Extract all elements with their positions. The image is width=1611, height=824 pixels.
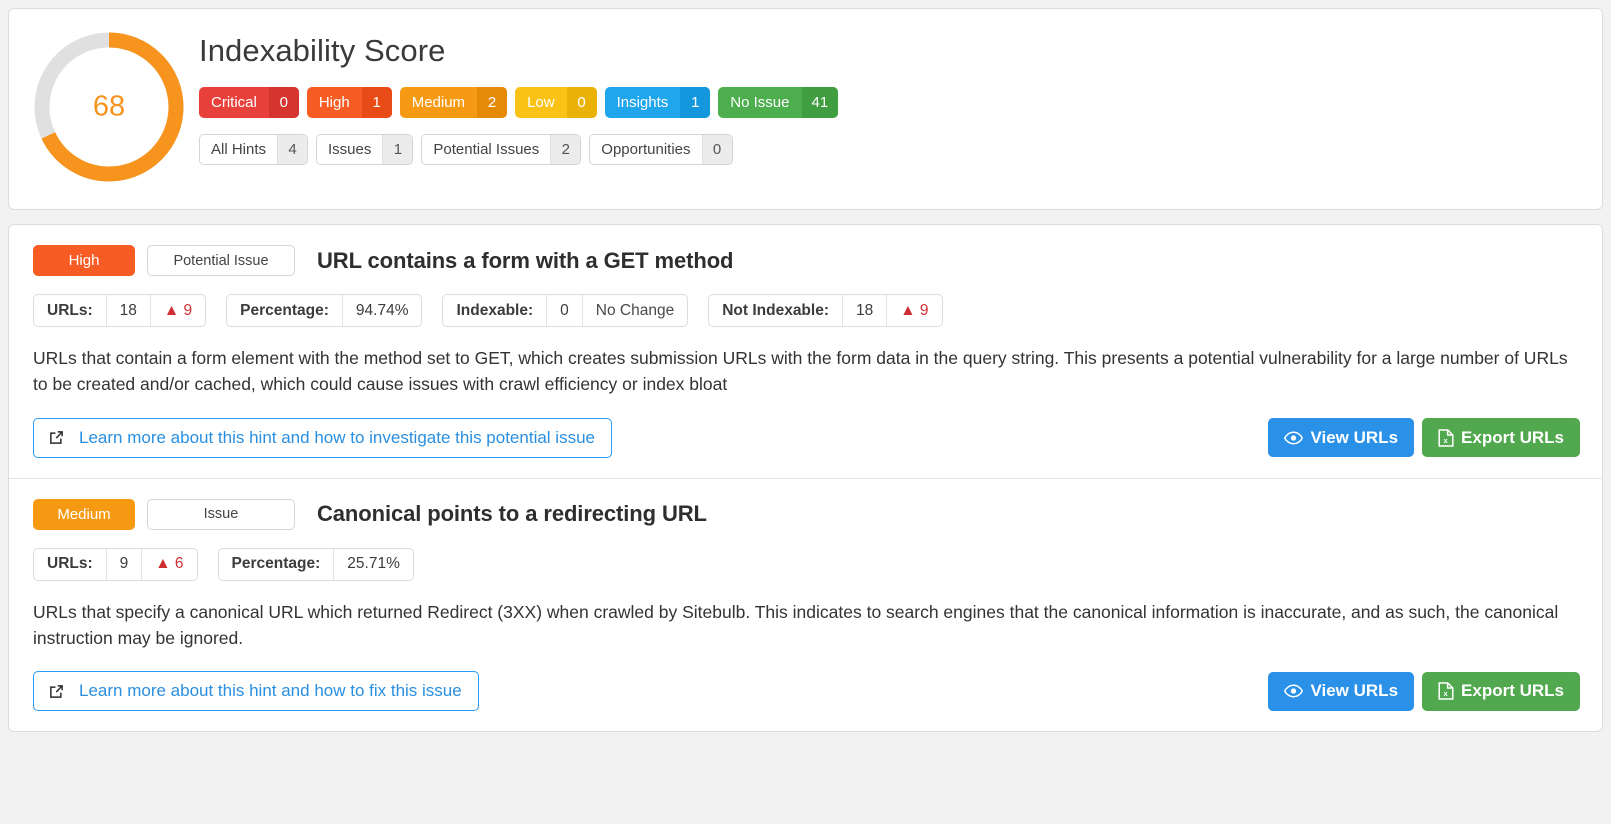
indexability-score-card: 68 Indexability Score Critical 0 High 1 … — [8, 8, 1603, 210]
badge-medium-label: Medium — [411, 94, 466, 111]
metric-not-indexable-key: Not Indexable: — [722, 301, 829, 319]
hint-description: URLs that contain a form element with th… — [33, 348, 1568, 395]
view-urls-label: View URLs — [1310, 427, 1399, 447]
learn-more-link[interactable]: Learn more about this hint and how to fi… — [33, 671, 479, 711]
metric-urls-key: URLs: — [47, 301, 93, 319]
filter-all-hints-label: All Hints — [200, 135, 278, 164]
badge-low[interactable]: Low 0 — [515, 87, 597, 118]
gauge-value-label: 68 — [92, 90, 126, 123]
metric-urls-delta: ▲ 6 — [141, 548, 196, 580]
badge-low-label: Low — [527, 94, 555, 111]
hint-action-buttons: View URLs x Export URLs — [1268, 671, 1580, 711]
indexability-score-gauge: 68 — [23, 23, 195, 191]
severity-badge-row: Critical 0 High 1 Medium 2 Low 0 Insight… — [199, 87, 1584, 118]
metric-percentage: Percentage: 25.71% — [217, 547, 414, 581]
filter-opportunities-label: Opportunities — [590, 135, 702, 164]
page-root: 68 Indexability Score Critical 0 High 1 … — [0, 0, 1611, 732]
badge-high[interactable]: High 1 — [306, 87, 392, 118]
eye-icon — [1284, 684, 1304, 698]
excel-file-icon: x — [1438, 428, 1454, 447]
export-urls-button[interactable]: x Export URLs — [1422, 418, 1580, 457]
metric-not-indexable: Not Indexable: 18 ▲ 9 — [708, 294, 943, 327]
badge-no-issue-count: 41 — [801, 87, 839, 118]
eye-icon — [1284, 431, 1304, 445]
export-urls-label: Export URLs — [1461, 427, 1564, 447]
filter-all-hints-count: 4 — [277, 135, 308, 164]
metric-indexable-change: No Change — [581, 295, 687, 326]
metric-percentage-value: 94.74% — [341, 295, 422, 326]
badge-no-issue-label: No Issue — [730, 94, 790, 111]
badge-no-issue[interactable]: No Issue 41 — [718, 87, 839, 118]
score-details: Indexability Score Critical 0 High 1 Med… — [195, 23, 1584, 165]
metric-urls-value: 18 — [105, 295, 150, 326]
badge-low-count: 0 — [566, 87, 597, 118]
hints-list-card: High Potential Issue URL contains a form… — [8, 224, 1603, 732]
page-title: Indexability Score — [199, 33, 446, 68]
filter-opportunities-count: 0 — [701, 135, 732, 164]
badge-insights[interactable]: Insights 1 — [604, 87, 711, 118]
learn-more-label: Learn more about this hint and how to in… — [79, 427, 595, 447]
filter-potential-issues[interactable]: Potential Issues 2 — [421, 134, 582, 165]
hint-title: Canonical points to a redirecting URL — [317, 501, 707, 526]
hint-footer: Learn more about this hint and how to in… — [33, 417, 1580, 458]
metric-percentage-key: Percentage: — [231, 555, 321, 572]
filter-opportunities[interactable]: Opportunities 0 — [589, 134, 733, 165]
metric-urls-delta: ▲ 9 — [149, 295, 205, 326]
svg-text:x: x — [1444, 689, 1449, 698]
svg-text:x: x — [1444, 436, 1449, 445]
badge-critical-count: 0 — [268, 87, 299, 118]
hint-description: URLs that specify a canonical URL which … — [33, 601, 1559, 648]
badge-critical[interactable]: Critical 0 — [199, 87, 299, 118]
metric-percentage: Percentage: 94.74% — [226, 294, 423, 327]
hint-metric-row: URLs: 18 ▲ 9 Percentage: 94.74% Indexabl… — [33, 294, 1580, 327]
metric-not-indexable-delta: ▲ 9 — [886, 295, 941, 326]
metric-percentage-key: Percentage: — [240, 301, 329, 319]
external-link-icon — [48, 429, 65, 446]
learn-more-label: Learn more about this hint and how to fi… — [79, 681, 462, 700]
hint-header: Medium Issue Canonical points to a redir… — [33, 498, 1580, 530]
metric-urls: URLs: 18 ▲ 9 — [33, 294, 207, 327]
badge-medium[interactable]: Medium 2 — [399, 87, 508, 118]
view-urls-label: View URLs — [1310, 681, 1399, 700]
badge-insights-count: 1 — [680, 87, 711, 118]
external-link-icon — [48, 683, 65, 700]
badge-insights-label: Insights — [616, 94, 669, 111]
filter-pill-row: All Hints 4 Issues 1 Potential Issues 2 … — [199, 134, 1584, 165]
metric-indexable-value: 0 — [546, 295, 582, 326]
metric-urls-value: 9 — [105, 548, 142, 580]
filter-potential-issues-count: 2 — [550, 135, 581, 164]
hint-severity-badge[interactable]: High — [33, 245, 135, 276]
filter-issues-count: 1 — [382, 135, 413, 164]
metric-urls: URLs: 9 ▲ 6 — [33, 547, 198, 581]
metric-percentage-value: 25.71% — [333, 548, 413, 580]
metric-urls-key: URLs: — [47, 555, 93, 572]
badge-high-count: 1 — [361, 87, 392, 118]
excel-file-icon: x — [1438, 682, 1454, 700]
learn-more-link[interactable]: Learn more about this hint and how to in… — [33, 417, 612, 458]
export-urls-button[interactable]: x Export URLs — [1422, 671, 1580, 711]
hint-metric-row: URLs: 9 ▲ 6 Percentage: 25.71% — [33, 547, 1580, 581]
hint-action-buttons: View URLs x Export URLs — [1268, 418, 1580, 457]
view-urls-button[interactable]: View URLs — [1268, 418, 1415, 457]
hint-type-badge[interactable]: Potential Issue — [147, 245, 295, 276]
hint-title: URL contains a form with a GET method — [317, 247, 734, 273]
filter-issues-label: Issues — [317, 135, 383, 164]
hint-severity-badge[interactable]: Medium — [33, 498, 135, 530]
view-urls-button[interactable]: View URLs — [1268, 671, 1415, 711]
hint-item: High Potential Issue URL contains a form… — [9, 225, 1602, 478]
badge-critical-label: Critical — [211, 94, 257, 111]
filter-all-hints[interactable]: All Hints 4 — [199, 134, 309, 165]
metric-indexable: Indexable: 0 No Change — [442, 294, 689, 327]
metric-indexable-key: Indexable: — [456, 301, 534, 319]
export-urls-label: Export URLs — [1461, 681, 1564, 700]
hint-type-badge[interactable]: Issue — [147, 498, 295, 530]
badge-high-label: High — [318, 94, 350, 111]
hint-header: High Potential Issue URL contains a form… — [33, 245, 1580, 276]
metric-not-indexable-value: 18 — [842, 295, 886, 326]
filter-issues[interactable]: Issues 1 — [316, 134, 414, 165]
hint-footer: Learn more about this hint and how to fi… — [33, 671, 1580, 711]
badge-medium-count: 2 — [477, 87, 508, 118]
filter-potential-issues-label: Potential Issues — [422, 135, 551, 164]
hint-item: Medium Issue Canonical points to a redir… — [9, 477, 1602, 732]
